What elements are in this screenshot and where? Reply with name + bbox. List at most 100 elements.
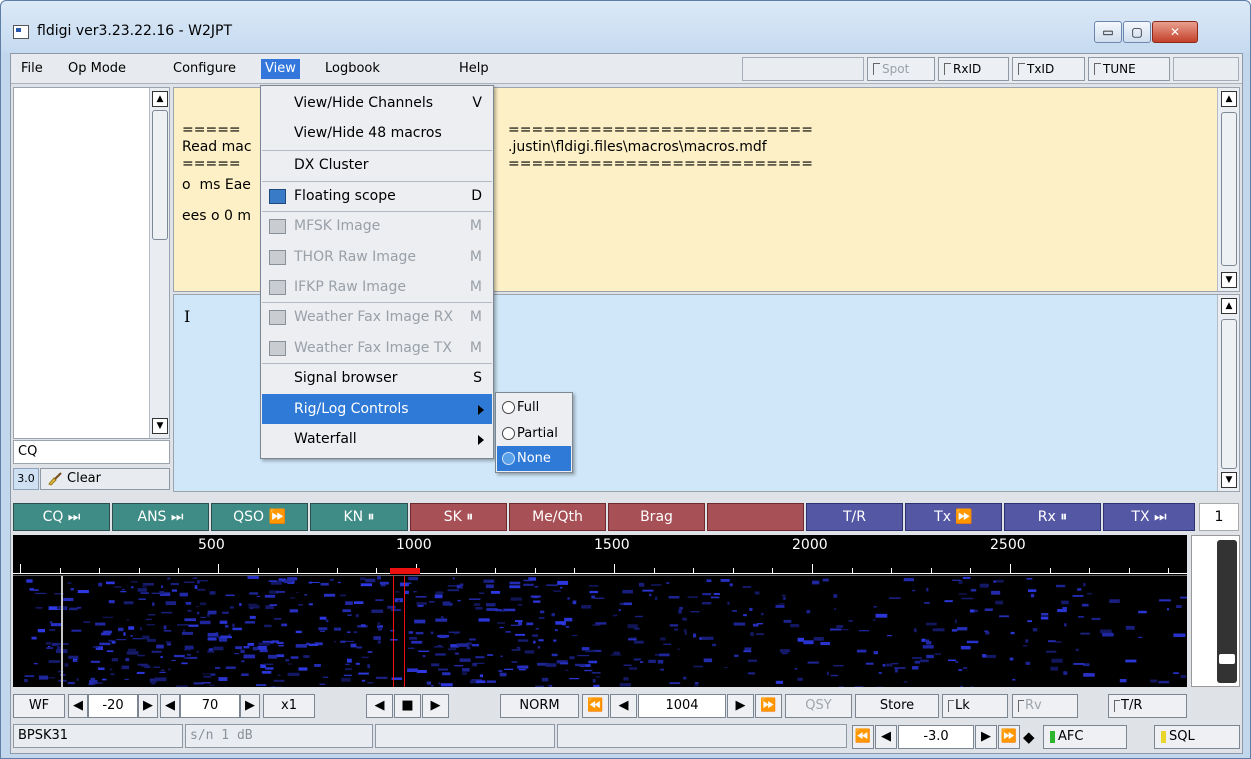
menu-file[interactable]: File (17, 59, 47, 79)
norm-button[interactable]: NORM (500, 694, 579, 718)
frequency-scale[interactable]: 500 1000 1500 2000 2500 (13, 535, 1187, 575)
channel-search-input[interactable]: CQ (13, 440, 170, 464)
offset-fast-down-button[interactable]: ⏪ (852, 725, 874, 749)
wf-mode-button[interactable]: WF (13, 694, 65, 718)
waterfall-pixel (200, 616, 206, 618)
macro-txend-button[interactable]: TX ⏭ (1103, 503, 1195, 531)
waterfall-pixel (361, 624, 366, 627)
menu-view[interactable]: View (261, 59, 300, 79)
scroll-thumb[interactable] (1221, 319, 1237, 469)
range-up-button[interactable]: ▶ (240, 694, 260, 718)
macro-rx-button[interactable]: Rx ⏸ (1004, 503, 1101, 531)
offset-field[interactable]: -3.0 (898, 725, 974, 749)
waterfall-pixel (69, 607, 78, 611)
rig-log-full-option[interactable]: Full (497, 395, 571, 420)
channel-list[interactable]: ▲ ▼ (13, 87, 170, 439)
menu-floating-scope[interactable]: Floating scope D (262, 181, 492, 211)
waterfall-pixel (932, 628, 945, 632)
ref-level-up-button[interactable]: ▶ (138, 694, 158, 718)
macro-qso-button[interactable]: QSO ⏩ (211, 503, 308, 531)
offset-down-button[interactable]: ◀ (875, 725, 897, 749)
freq-up-button[interactable]: ▶ (727, 694, 754, 718)
macro-kn-button[interactable]: KN ⏸ (310, 503, 408, 531)
faster-button[interactable]: ▶ (422, 694, 449, 718)
menu-wefax-rx[interactable]: Weather Fax Image RX M (262, 302, 492, 332)
waterfall-display[interactable] (13, 575, 1187, 687)
waterfall-pixel (473, 603, 481, 606)
waterfall-pixel (234, 653, 240, 655)
tx-scrollbar[interactable]: ▲ ▼ (1217, 295, 1239, 491)
freq-fast-down-button[interactable]: ⏪ (582, 694, 609, 718)
menu-wefax-tx[interactable]: Weather Fax Image TX M (262, 333, 492, 363)
rig-log-partial-option[interactable]: Partial (497, 421, 571, 446)
macro-page-number[interactable]: 1 (1199, 503, 1239, 531)
title-bar[interactable]: fldigi ver3.23.22.16 - W2JPT ▭ ▢ ✕ (1, 1, 1250, 53)
tr-toggle[interactable]: T/R (1108, 694, 1187, 718)
macro-ans-button[interactable]: ANS ⏭ (112, 503, 209, 531)
ref-level-field[interactable]: -20 (88, 694, 138, 718)
afc-toggle[interactable]: AFC (1043, 725, 1127, 749)
close-button[interactable]: ✕ (1152, 21, 1198, 43)
store-button[interactable]: Store (855, 694, 939, 718)
menu-rig-log-controls[interactable]: Rig/Log Controls (262, 394, 492, 424)
scroll-up-icon[interactable]: ▲ (1221, 298, 1237, 314)
minimize-button[interactable]: ▭ (1094, 21, 1122, 43)
menu-signal-browser[interactable]: Signal browser S (262, 363, 492, 393)
waterfall-pixel (106, 650, 114, 653)
rig-log-none-option[interactable]: None (497, 446, 571, 471)
rx-scrollbar[interactable]: ▲ ▼ (1217, 88, 1239, 291)
freq-fast-up-button[interactable]: ⏩ (755, 694, 782, 718)
waterfall-pixel (207, 614, 210, 617)
scroll-down-icon[interactable]: ▼ (1221, 272, 1237, 288)
menu-thor-raw-image[interactable]: THOR Raw Image M (262, 242, 492, 272)
slower-button[interactable]: ◀ (366, 694, 393, 718)
rxid-toggle[interactable]: RxID (938, 57, 1009, 81)
macro-sk-button[interactable]: SK ⏸ (410, 503, 507, 531)
zoom-button[interactable]: x1 (263, 694, 315, 718)
macro-cq-button[interactable]: CQ ⏭ (13, 503, 110, 531)
menu-ifkp-raw-image[interactable]: IFKP Raw Image M (262, 272, 492, 302)
macro-brag-button[interactable]: Brag (608, 503, 705, 531)
sql-toggle[interactable]: SQL (1154, 725, 1240, 749)
macro-tx-button[interactable]: Tx ⏩ (905, 503, 1002, 531)
reverse-toggle[interactable]: Rv (1012, 694, 1078, 718)
macro-meqth-button[interactable]: Me/Qth (509, 503, 606, 531)
scroll-thumb[interactable] (1221, 112, 1237, 266)
macro-empty-button[interactable] (707, 503, 804, 531)
menu-logbook[interactable]: Logbook (321, 59, 384, 79)
menu-view-hide-channels[interactable]: View/Hide Channels V (262, 88, 492, 118)
waterfall-pixel (320, 582, 329, 586)
scroll-up-icon[interactable]: ▲ (152, 91, 168, 107)
scroll-thumb[interactable] (152, 110, 168, 240)
maximize-button[interactable]: ▢ (1123, 21, 1151, 43)
qsy-button[interactable]: QSY (785, 694, 852, 718)
range-field[interactable]: 70 (180, 694, 240, 718)
txid-toggle[interactable]: TxID (1012, 57, 1085, 81)
stop-button[interactable]: ■ (394, 694, 421, 718)
scroll-down-icon[interactable]: ▼ (152, 418, 168, 434)
macro-tr-button[interactable]: T/R (806, 503, 903, 531)
waterfall-slider-knob[interactable] (1219, 654, 1235, 664)
menu-help[interactable]: Help (455, 59, 493, 79)
menu-dx-cluster[interactable]: DX Cluster (262, 150, 492, 180)
mode-status[interactable]: BPSK31 (13, 724, 183, 748)
spot-toggle[interactable]: Spot (867, 57, 935, 81)
offset-up-button[interactable]: ▶ (975, 725, 997, 749)
menu-waterfall[interactable]: Waterfall (262, 424, 492, 454)
clear-button[interactable]: Clear (40, 468, 170, 490)
offset-fast-up-button[interactable]: ⏩ (998, 725, 1020, 749)
tune-toggle[interactable]: TUNE (1088, 57, 1170, 81)
freq-down-button[interactable]: ◀ (610, 694, 637, 718)
scroll-down-icon[interactable]: ▼ (1221, 472, 1237, 488)
ref-level-down-button[interactable]: ◀ (68, 694, 88, 718)
scroll-up-icon[interactable]: ▲ (1221, 91, 1237, 107)
menu-view-hide-macros[interactable]: View/Hide 48 macros (262, 118, 492, 148)
menu-op-mode[interactable]: Op Mode (64, 59, 130, 79)
freq-step-field[interactable]: 3.0 (13, 468, 39, 490)
menu-configure[interactable]: Configure (169, 59, 240, 79)
channel-list-scrollbar[interactable]: ▲ ▼ (149, 88, 169, 438)
carrier-frequency-field[interactable]: 1004 (638, 694, 726, 718)
range-down-button[interactable]: ◀ (160, 694, 180, 718)
lock-toggle[interactable]: Lk (942, 694, 1008, 718)
menu-mfsk-image[interactable]: MFSK Image M (262, 211, 492, 241)
